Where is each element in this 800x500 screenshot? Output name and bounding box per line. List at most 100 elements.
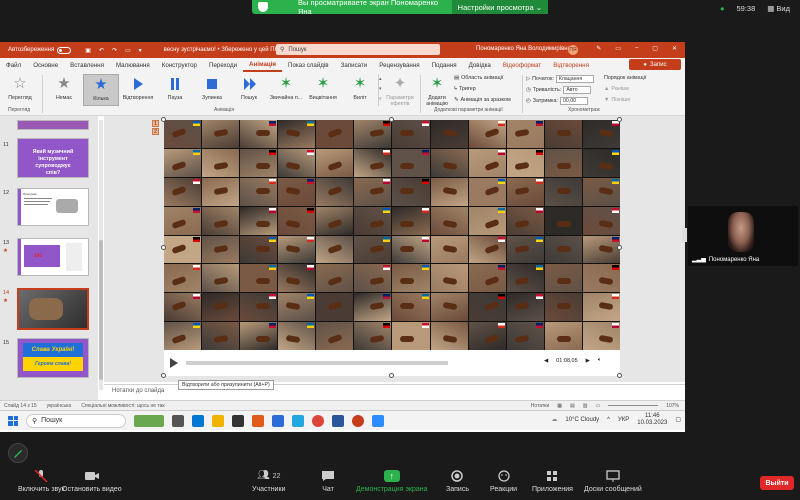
sorter-view-icon[interactable]: ▤ bbox=[570, 403, 575, 409]
resize-handle[interactable] bbox=[389, 117, 394, 122]
tab-4[interactable]: Конструктор bbox=[156, 62, 203, 69]
animation-3[interactable]: Пауза bbox=[157, 74, 193, 106]
slide-panel-scrollbar[interactable] bbox=[99, 120, 103, 390]
slide-thumb-12[interactable]: Пролунає... bbox=[17, 188, 89, 226]
zoom-app-icon[interactable] bbox=[372, 414, 384, 427]
normal-view-icon[interactable]: ▦ bbox=[557, 403, 562, 409]
resize-handle[interactable] bbox=[617, 245, 622, 250]
annotate-pen-icon[interactable] bbox=[8, 443, 28, 463]
powerpoint-icon[interactable] bbox=[352, 414, 364, 427]
tab-8[interactable]: Записати bbox=[335, 62, 374, 69]
redo-icon[interactable]: ↷ bbox=[112, 47, 117, 54]
animation-2[interactable]: Відтворення bbox=[120, 74, 156, 106]
customize-icon[interactable]: ▾ bbox=[139, 47, 142, 54]
animation-tag[interactable]: 1 bbox=[152, 120, 159, 127]
animation-0[interactable]: ★ Немає bbox=[46, 74, 82, 106]
resize-handle[interactable] bbox=[161, 117, 166, 122]
leave-button[interactable]: Выйти bbox=[760, 476, 794, 490]
animation-6[interactable]: ✶ Звичайна п... bbox=[268, 74, 304, 106]
slide-thumb-13[interactable]: 141 bbox=[17, 238, 89, 276]
unmute-button[interactable]: Включить звук bbox=[18, 470, 65, 493]
store-icon[interactable] bbox=[292, 414, 304, 427]
back-icon[interactable]: ◀ bbox=[544, 358, 548, 364]
resize-handle[interactable] bbox=[389, 373, 394, 378]
edge-icon[interactable] bbox=[192, 414, 204, 427]
slideshow-view-icon[interactable]: ▭ bbox=[595, 403, 600, 409]
tab-12[interactable]: Відеоформат bbox=[497, 62, 547, 69]
participant-video-tile[interactable]: ▂▃▅ Пономаренко Яна bbox=[688, 206, 798, 266]
windows-start-icon[interactable] bbox=[8, 415, 18, 426]
office-icon[interactable] bbox=[252, 414, 264, 427]
trigger-button[interactable]: ϟ Тригер bbox=[454, 86, 476, 92]
tray-arrow-icon[interactable]: ^ bbox=[607, 417, 610, 423]
resize-handle[interactable] bbox=[617, 373, 622, 378]
slide-thumb-15[interactable]: Слава Україні! Героям слава! bbox=[17, 338, 89, 378]
share-screen-button[interactable]: ↑ Демонстрация экрана bbox=[356, 470, 428, 493]
tab-7[interactable]: Показ слайдів bbox=[282, 62, 335, 69]
reactions-button[interactable]: Реакции bbox=[490, 470, 517, 493]
resize-handle[interactable] bbox=[617, 117, 622, 122]
tab-13[interactable]: Відтворення bbox=[547, 62, 595, 69]
record-button-zoom[interactable]: Запись bbox=[446, 470, 469, 493]
add-animation-button[interactable]: ✶ Додати анімацію bbox=[420, 74, 454, 108]
participants-button[interactable]: 👥︎ 22 Участники bbox=[252, 470, 285, 493]
slide-thumb-14-selected[interactable] bbox=[17, 288, 89, 330]
animation-5[interactable]: Пошук bbox=[231, 74, 267, 106]
mail-icon[interactable] bbox=[272, 414, 284, 427]
notes-toggle[interactable]: Нотатки bbox=[531, 403, 549, 409]
volume-icon[interactable]: 🔈︎ bbox=[598, 357, 601, 364]
video-grid[interactable] bbox=[164, 120, 620, 350]
tab-0[interactable]: Файл bbox=[0, 62, 27, 69]
zoom-slider[interactable] bbox=[608, 405, 659, 406]
effect-params-button[interactable]: ✦ Параметри ефектів bbox=[382, 74, 418, 108]
reading-view-icon[interactable]: ▥ bbox=[583, 403, 588, 409]
tab-6[interactable]: Анімація bbox=[243, 58, 283, 72]
tab-11[interactable]: Довідка bbox=[463, 62, 497, 69]
slide-thumb-11[interactable]: Який музичний інструмент супроводжує спі… bbox=[17, 138, 89, 178]
resize-handle[interactable] bbox=[161, 373, 166, 378]
whiteboards-button[interactable]: Доски сообщений bbox=[584, 470, 642, 493]
chat-button[interactable]: Чат bbox=[320, 470, 336, 493]
save-icon[interactable]: ▣ bbox=[85, 47, 91, 54]
move-later-button[interactable]: ▼ Пізніше bbox=[604, 97, 630, 103]
animation-1[interactable]: ★ Кілька bbox=[83, 74, 119, 106]
present-icon[interactable]: ▭ bbox=[125, 47, 131, 54]
notifications-icon[interactable]: ▢ bbox=[675, 416, 681, 423]
taskbar-search[interactable]: ⚲ Пошук bbox=[26, 413, 126, 428]
resize-handle[interactable] bbox=[161, 245, 166, 250]
ribbon-display-icon[interactable]: ▭ bbox=[615, 45, 621, 52]
news-widget-icon[interactable] bbox=[134, 414, 164, 427]
close-icon[interactable]: ✕ bbox=[672, 45, 677, 52]
media-progress-track[interactable] bbox=[186, 361, 448, 365]
tab-2[interactable]: Вставлення bbox=[64, 62, 110, 69]
language[interactable]: українська bbox=[47, 403, 72, 409]
autosave-toggle[interactable]: Автозбереження bbox=[8, 46, 72, 54]
tab-10[interactable]: Подання bbox=[426, 62, 463, 69]
zoom-level[interactable]: 107% bbox=[666, 403, 679, 409]
datetime[interactable]: 11:46 10.03.2023 bbox=[637, 413, 667, 426]
keyboard-lang[interactable]: УКР bbox=[618, 417, 629, 423]
weather-text[interactable]: 10°C Cloudy bbox=[565, 417, 599, 423]
animation-painter-button[interactable]: ✎ Анімація за зразком bbox=[454, 97, 511, 103]
tab-9[interactable]: Рецензування bbox=[373, 62, 425, 69]
accessibility-status[interactable]: Спеціальні можливості: щось не так bbox=[81, 403, 164, 409]
play-icon[interactable] bbox=[170, 358, 178, 368]
animation-tag[interactable]: 2 bbox=[152, 128, 159, 135]
apps-button[interactable]: Приложения bbox=[532, 470, 573, 493]
tab-5[interactable]: Переходи bbox=[203, 62, 243, 69]
edit-area-scrollbar[interactable] bbox=[682, 228, 687, 242]
preview-button[interactable]: ☆ Перегляд bbox=[2, 74, 38, 106]
forward-icon[interactable]: ▶ bbox=[586, 358, 590, 364]
animation-8[interactable]: ✶ Виліт bbox=[342, 74, 378, 106]
view-button[interactable]: ▦ Вид bbox=[767, 4, 790, 13]
avatar[interactable]: ПЯ bbox=[568, 45, 578, 55]
maximize-icon[interactable]: ▢ bbox=[652, 45, 658, 52]
minimize-icon[interactable]: – bbox=[635, 45, 638, 52]
tab-3[interactable]: Малювання bbox=[110, 62, 156, 69]
task-view-icon[interactable] bbox=[172, 414, 184, 427]
pen-icon[interactable]: ✎ bbox=[596, 45, 601, 52]
slide-thumb-10[interactable] bbox=[17, 120, 89, 130]
animation-pane-button[interactable]: ▤ Область анімації bbox=[454, 75, 503, 81]
record-button[interactable]: ● Запис bbox=[629, 59, 681, 70]
explorer-icon[interactable] bbox=[212, 414, 224, 427]
